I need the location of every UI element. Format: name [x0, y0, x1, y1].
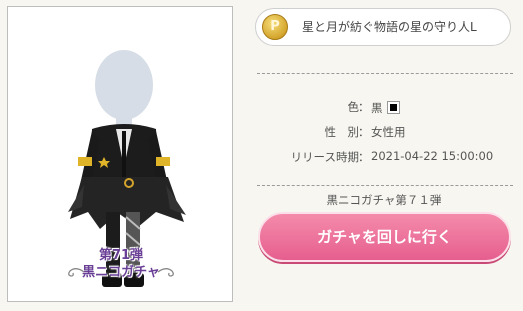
release-label: リリース時期 — [290, 150, 359, 164]
colon: ： — [358, 150, 370, 164]
divider — [257, 185, 513, 186]
color-value-wrap: 黒 — [371, 99, 400, 116]
colon: ： — [358, 100, 370, 114]
gender-label: 性 別 — [324, 125, 360, 139]
color-value: 黒 — [371, 101, 383, 115]
detail-row-release: リリース時期 ： 2021-04-22 15:00:00 — [255, 149, 517, 167]
divider — [257, 73, 513, 74]
release-value: 2021-04-22 15:00:00 — [371, 149, 494, 163]
flourish-left-icon — [68, 268, 85, 277]
gender-value: 女性用 — [371, 125, 406, 139]
detail-row-gender: 性 別 ： 女性用 — [255, 124, 517, 142]
detail-row-color: 色 ： 黒 — [255, 99, 517, 117]
item-preview-card: 第71弾 黒ニコガチャ — [7, 6, 233, 302]
color-swatch-fill — [389, 104, 397, 111]
gacha-caption-line2: 黒ニコガチャ — [82, 265, 160, 280]
item-name: 星と月が紡ぐ物語の星の守り人L — [302, 20, 477, 34]
colon: ： — [358, 125, 370, 139]
flourish-right-icon — [157, 268, 174, 277]
item-name-box: P 星と月が紡ぐ物語の星の守り人L — [255, 8, 511, 46]
gacha-name: 黒ニコガチャ第７１弾 — [326, 193, 442, 207]
point-coin-icon: P — [262, 14, 288, 40]
go-to-gacha-button[interactable]: ガチャを回しに行く — [258, 212, 511, 262]
color-swatch — [386, 101, 400, 114]
